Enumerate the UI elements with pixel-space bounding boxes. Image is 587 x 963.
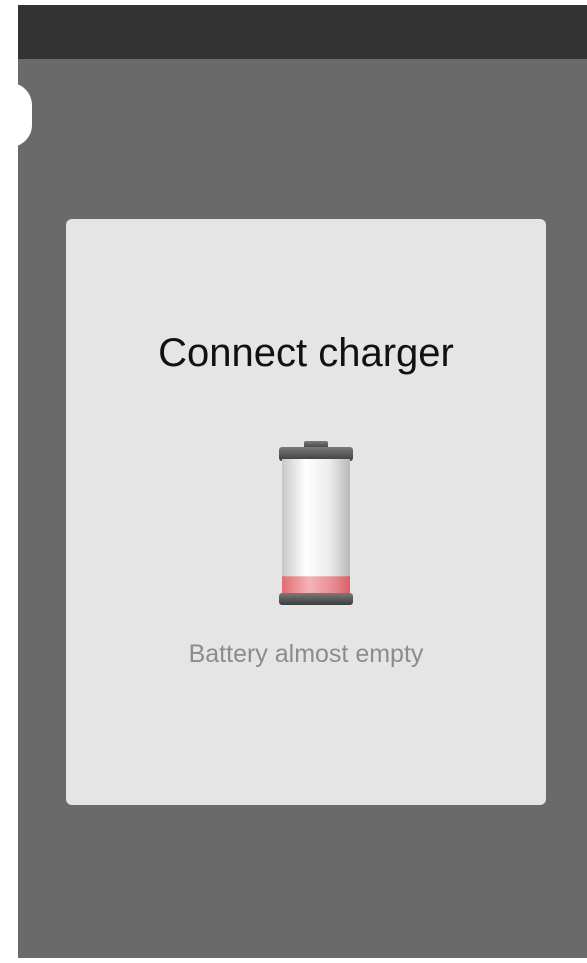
status-bar <box>18 5 587 59</box>
dialog-message: Battery almost empty <box>188 640 424 668</box>
battery-body <box>282 459 350 597</box>
edge-tab <box>18 83 32 147</box>
low-battery-dialog: Connect charger Battery almost empty <box>66 219 546 805</box>
screen: Connect charger Battery almost empty <box>18 5 587 958</box>
battery-top-cap <box>279 447 353 461</box>
dialog-title: Connect charger <box>158 331 454 375</box>
battery-bottom-cap <box>279 593 353 605</box>
battery-low-icon <box>279 441 353 605</box>
